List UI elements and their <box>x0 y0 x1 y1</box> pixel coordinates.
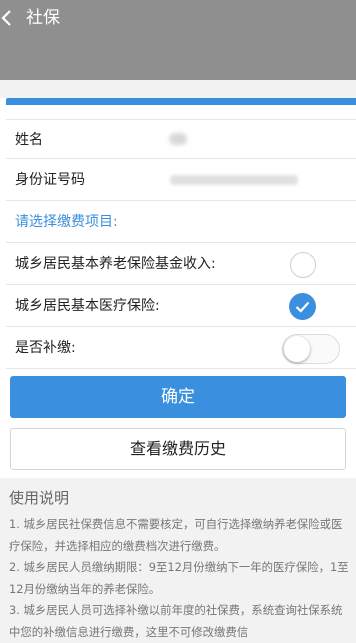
select-prompt: 请选择缴费项目: <box>15 214 118 230</box>
option-pension-label: 城乡居民基本养老保险基金收入: <box>15 256 216 272</box>
name-label: 姓名 <box>15 132 43 148</box>
select-prompt-row: 请选择缴费项目: <box>6 201 356 243</box>
pension-checkbox[interactable] <box>290 252 316 278</box>
checkmark-icon <box>295 301 310 313</box>
confirm-button[interactable]: 确定 <box>10 376 346 418</box>
payment-form: 姓名 身份证号码 请选择缴费项目: 城乡居民基本养老保险基金收入: 城乡居民基本… <box>6 105 356 369</box>
instructions-panel: 使用说明 1. 城乡居民社保费信息不需要核定，可自行选择缴纳养老保险或医疗保险，… <box>0 478 356 643</box>
instruction-line: 3. 城乡居民人员可选择补缴以前年度的社保费，系统查询社保系统中您的补缴信息进行… <box>9 603 343 639</box>
option-medical-row[interactable]: 城乡居民基本医疗保险: <box>6 285 356 327</box>
instructions-text: 1. 城乡居民社保费信息不需要核定，可自行选择缴纳养老保险或医疗保险，并选择相应… <box>9 514 351 643</box>
medical-checkbox[interactable] <box>289 293 316 320</box>
option-pension-row[interactable]: 城乡居民基本养老保险基金收入: <box>6 243 356 285</box>
makeup-toggle[interactable] <box>282 334 340 364</box>
id-label: 身份证号码 <box>15 172 85 188</box>
makeup-row: 是否补缴: <box>6 327 356 369</box>
option-medical-label: 城乡居民基本医疗保险: <box>15 298 160 314</box>
page-title: 社保 <box>26 8 60 28</box>
instruction-line: 2. 城乡居民人员缴纳期限：9至12月份缴纳下一年的医疗保险，1至12月份缴纳当… <box>9 560 349 596</box>
instructions-title: 使用说明 <box>9 489 70 507</box>
back-chevron-icon[interactable] <box>0 6 18 30</box>
makeup-label: 是否补缴: <box>15 340 76 356</box>
accent-bar <box>6 98 356 105</box>
masked-name-value <box>169 133 187 145</box>
name-row: 姓名 <box>6 119 356 159</box>
masked-id-value <box>170 175 298 185</box>
toggle-knob <box>284 336 310 362</box>
divider <box>0 80 356 98</box>
app-header: 社保 <box>0 0 356 80</box>
view-history-button[interactable]: 查看缴费历史 <box>10 428 346 470</box>
instruction-line: 1. 城乡居民社保费信息不需要核定，可自行选择缴纳养老保险或医疗保险，并选择相应… <box>9 517 343 553</box>
id-row: 身份证号码 <box>6 159 356 201</box>
